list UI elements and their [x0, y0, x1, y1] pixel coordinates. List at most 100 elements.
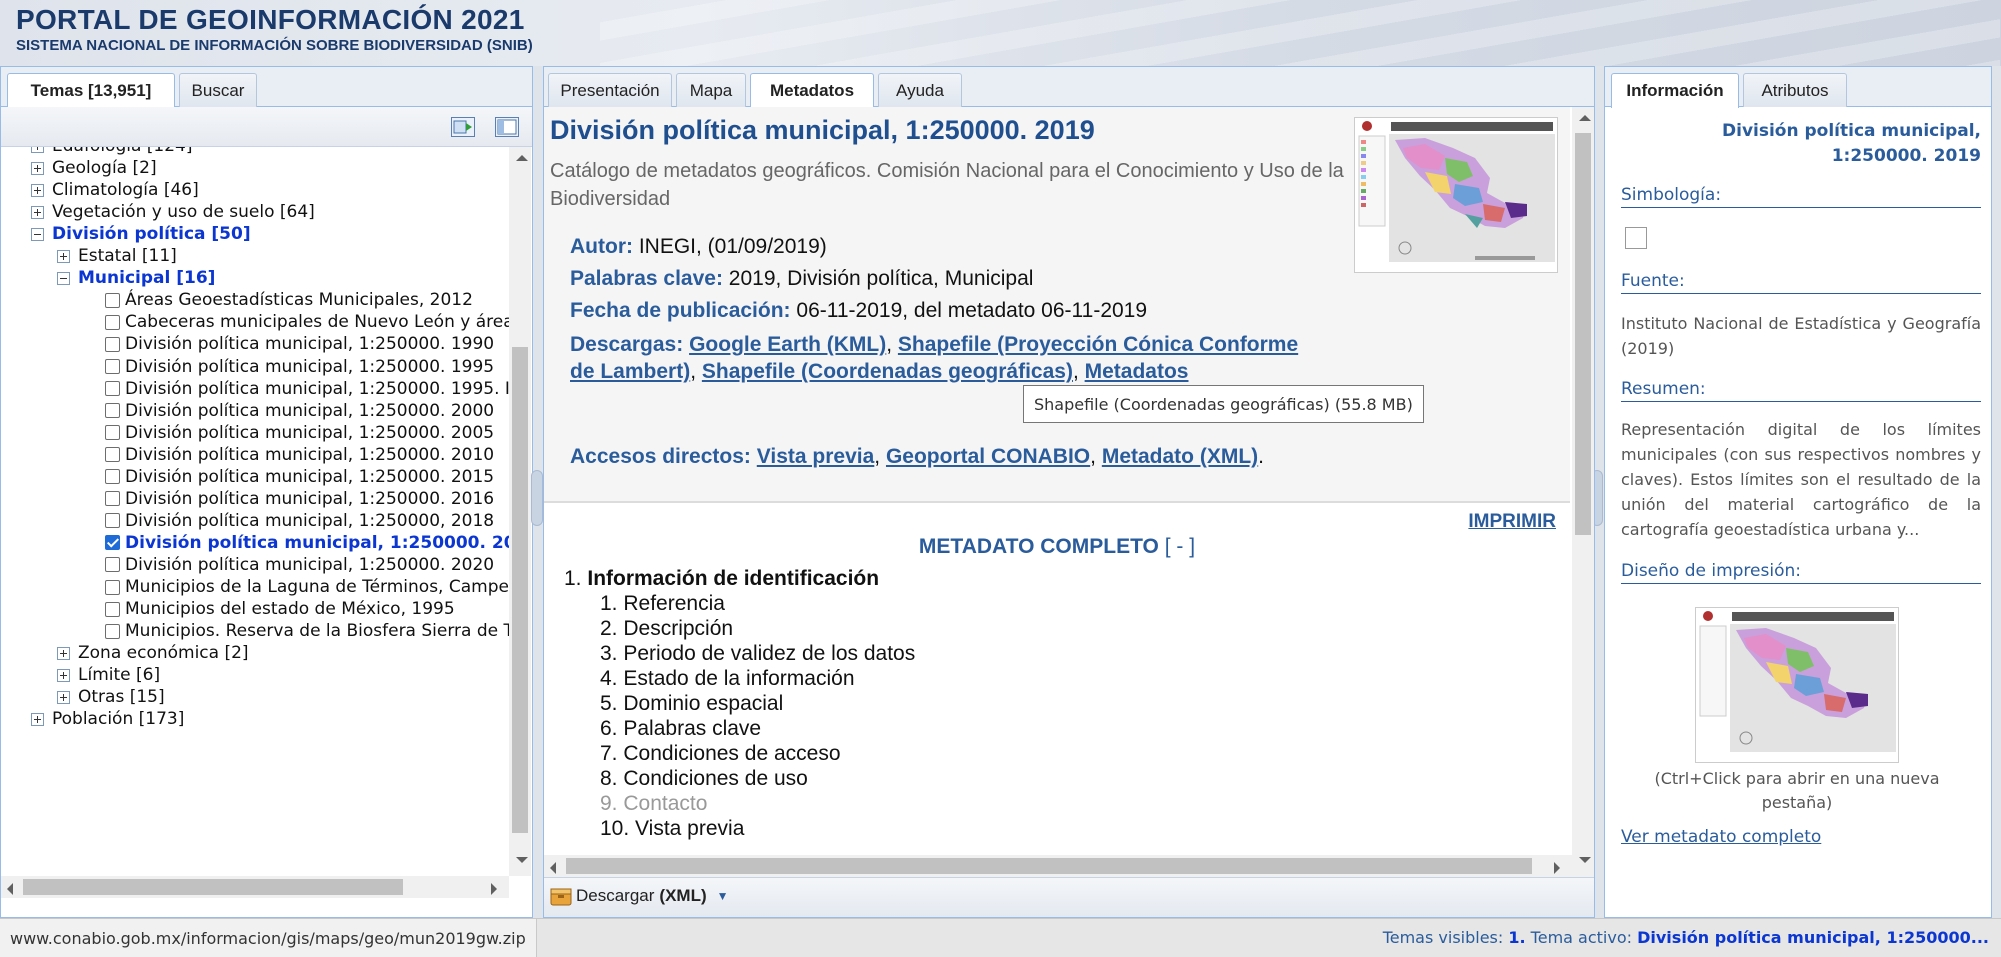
subsection-item[interactable]: 8. Condiciones de uso — [600, 767, 808, 791]
tree-node-label: Otras [15] — [78, 687, 165, 708]
download-kml-link[interactable]: Google Earth (KML) — [689, 333, 886, 356]
scroll-up-arrow-icon[interactable] — [510, 151, 530, 171]
layer-thumbnail[interactable] — [1354, 117, 1558, 273]
collapse-icon[interactable] — [57, 271, 70, 285]
add-layer-icon[interactable] — [451, 117, 475, 137]
tab-temas[interactable]: Temas [13,951] — [7, 73, 175, 108]
center-tabstrip: Presentación Mapa Metadatos Ayuda — [544, 67, 1594, 108]
layer-checkbox[interactable] — [105, 623, 120, 639]
expand-icon[interactable] — [31, 205, 44, 219]
tab-ayuda[interactable]: Ayuda — [878, 73, 962, 107]
keywords-label: Palabras clave: — [570, 267, 723, 290]
layer-checkbox[interactable] — [105, 336, 120, 352]
scroll-down-arrow-icon[interactable] — [510, 851, 530, 871]
scroll-right-arrow-icon[interactable] — [485, 877, 505, 897]
geoportal-link[interactable]: Geoportal CONABIO — [886, 445, 1090, 468]
layer-checkbox[interactable] — [105, 513, 120, 529]
subsection-number: 3. — [600, 642, 624, 665]
view-full-metadata-link[interactable]: Ver metadato completo — [1621, 827, 1821, 847]
active-theme-value: División política municipal, 1:250000... — [1637, 928, 1989, 947]
meta-scroll-down-arrow-icon[interactable] — [1573, 851, 1593, 871]
expand-icon[interactable] — [57, 646, 70, 660]
collapse-left-panel-handle[interactable] — [531, 470, 543, 526]
tree-node-label: División política municipal, 1:250000. 1… — [125, 356, 495, 377]
expand-icon[interactable] — [31, 183, 44, 197]
metadata-xml-link[interactable]: Metadato (XML) — [1102, 445, 1258, 468]
metadata-vertical-scrollbar[interactable] — [1572, 107, 1594, 877]
tree-hscroll-thumb[interactable] — [23, 879, 403, 895]
download-tooltip: Shapefile (Coordenadas geográficas) (55.… — [1023, 385, 1424, 423]
layer-checkbox[interactable] — [105, 579, 120, 595]
section-identification[interactable]: 1. Información de identificación — [564, 567, 879, 591]
layer-checkbox[interactable] — [105, 535, 120, 551]
layer-checkbox[interactable] — [105, 601, 120, 617]
preview-link[interactable]: Vista previa — [757, 445, 875, 468]
meta-scroll-up-arrow-icon[interactable] — [1573, 111, 1593, 131]
subsection-item[interactable]: 3. Periodo de validez de los datos — [600, 642, 915, 666]
metadata-scroll-thumb[interactable] — [1575, 133, 1591, 535]
subsection-item[interactable]: 1. Referencia — [600, 592, 725, 616]
subsection-item[interactable]: 6. Palabras clave — [600, 717, 761, 741]
metadata-hscroll-thumb[interactable] — [566, 858, 1532, 874]
download-xml-button[interactable]: Descargar (XML) ▼ — [550, 886, 729, 906]
download-label: Descargar — [576, 886, 655, 905]
subsection-number: 9. — [600, 792, 624, 815]
print-link[interactable]: IMPRIMIR — [1468, 511, 1556, 533]
subsection-item[interactable]: 10. Vista previa — [600, 817, 744, 841]
tab-buscar[interactable]: Buscar — [179, 73, 257, 107]
subsection-item[interactable]: 5. Dominio espacial — [600, 692, 783, 716]
summary-text: Representación digital de los límites mu… — [1621, 420, 1981, 539]
layer-checkbox[interactable] — [105, 292, 120, 308]
layer-checkbox[interactable] — [105, 381, 120, 397]
tree-horizontal-scrollbar[interactable] — [1, 876, 509, 898]
layer-checkbox[interactable] — [105, 425, 120, 441]
tree-node-label: División política municipal, 1:250000. 1… — [125, 334, 495, 355]
expand-icon[interactable] — [57, 668, 70, 682]
layer-checkbox[interactable] — [105, 447, 120, 463]
source-text: Instituto Nacional de Estadística y Geog… — [1621, 314, 1981, 358]
tree-node-label: División política municipal, 1:250000. 2… — [125, 422, 495, 443]
toggle-panel-icon[interactable] — [495, 117, 519, 137]
layer-checkbox[interactable] — [105, 491, 120, 507]
tree-vertical-scrollbar[interactable] — [509, 147, 531, 876]
layer-checkbox[interactable] — [105, 557, 120, 573]
layer-checkbox[interactable] — [105, 403, 120, 419]
collapse-icon[interactable] — [31, 227, 44, 241]
expand-icon[interactable] — [57, 690, 70, 704]
meta-scroll-right-arrow-icon[interactable] — [1548, 856, 1568, 876]
symbology-heading: Simbología: — [1621, 185, 1981, 208]
tree-scroll-thumb[interactable] — [512, 347, 528, 833]
tree-folder[interactable]: Población [173] — [31, 706, 184, 732]
layer-checkbox[interactable] — [105, 469, 120, 485]
layer-checkbox[interactable] — [105, 359, 120, 374]
keywords-value: 2019, División política, Municipal — [728, 267, 1034, 290]
layer-checkbox[interactable] — [105, 314, 120, 330]
metadata-horizontal-scrollbar[interactable] — [544, 855, 1572, 877]
tree-node-label: Municipios. Reserva de la Biosfera Sierr… — [125, 621, 509, 642]
subsection-item[interactable]: 7. Condiciones de acceso — [600, 742, 841, 766]
download-metadata-link[interactable]: Metadatos — [1085, 360, 1189, 383]
tab-presentacion[interactable]: Presentación — [548, 73, 672, 107]
expand-icon[interactable] — [31, 712, 44, 726]
expand-icon[interactable] — [31, 147, 44, 153]
subsection-item[interactable]: 4. Estado de la información — [600, 667, 855, 691]
expand-icon[interactable] — [31, 161, 44, 175]
tab-atributos[interactable]: Atributos — [1743, 73, 1847, 107]
tab-metadatos[interactable]: Metadatos — [750, 73, 874, 108]
tab-informacion[interactable]: Información — [1611, 73, 1739, 108]
tab-mapa[interactable]: Mapa — [676, 73, 746, 107]
expand-icon[interactable] — [57, 249, 70, 263]
meta-scroll-left-arrow-icon[interactable] — [546, 856, 566, 876]
keywords-row: Palabras clave: 2019, División política,… — [570, 267, 1033, 291]
subsection-item[interactable]: 2. Descripción — [600, 617, 733, 641]
scroll-left-arrow-icon[interactable] — [3, 877, 23, 897]
subsection-item[interactable]: 9. Contacto — [600, 792, 707, 816]
print-design-thumbnail[interactable] — [1695, 607, 1899, 763]
full-metadata: IMPRIMIR METADATO COMPLETO [ - ] 1. Info… — [544, 505, 1570, 877]
download-shapefile-geographic-link[interactable]: Shapefile (Coordenadas geográficas) — [702, 360, 1073, 383]
status-bar: www.conabio.gob.mx/informacion/gis/maps/… — [0, 918, 2001, 957]
tree-node-label: Climatología [46] — [52, 180, 199, 201]
collapse-toggle[interactable]: [ - ] — [1165, 535, 1195, 558]
publication-date-label: Fecha de publicación: — [570, 299, 791, 322]
info-tabstrip: Información Atributos — [1605, 67, 1991, 108]
